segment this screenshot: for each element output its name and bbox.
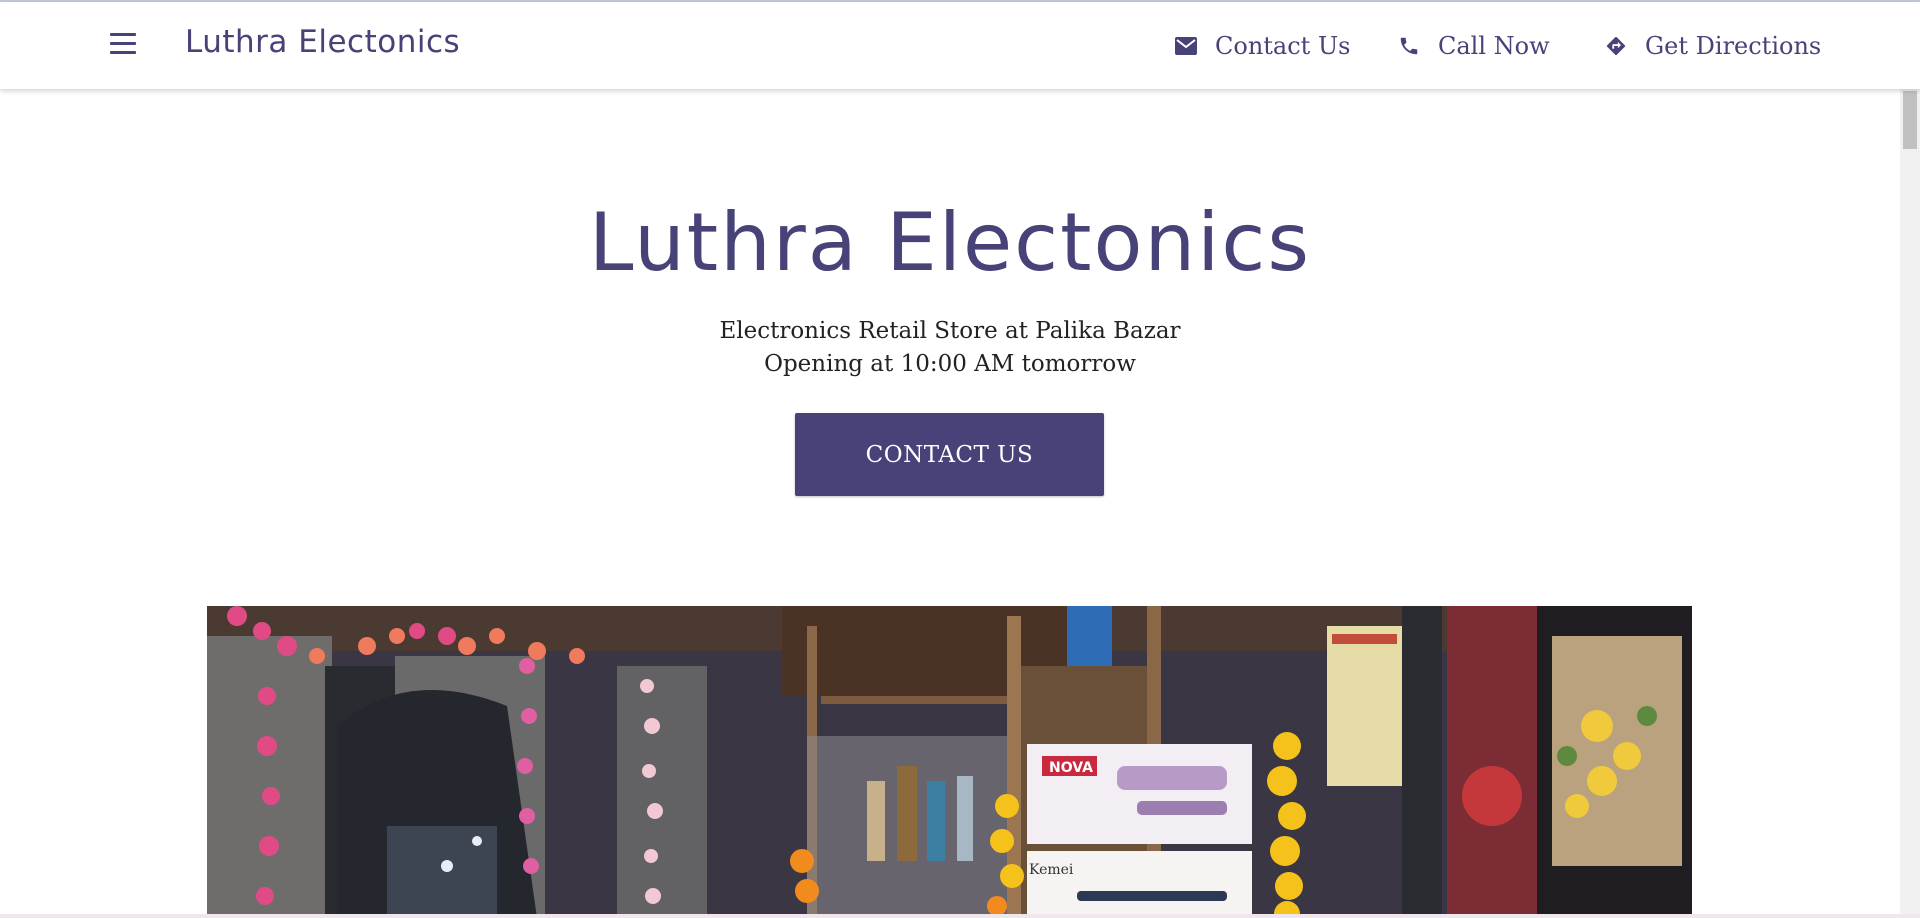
hamburger-menu-icon[interactable] bbox=[108, 33, 138, 57]
opening-status: Opening at 10:00 AM tomorrow bbox=[764, 351, 1136, 377]
page-scrollbar[interactable] bbox=[1900, 89, 1920, 918]
bottom-edge bbox=[0, 914, 1920, 918]
nav-call-now[interactable]: Call Now bbox=[1398, 28, 1550, 64]
phone-icon bbox=[1400, 37, 1418, 55]
hero-tagline: Electronics Retail Store at Palika Bazar… bbox=[0, 315, 1900, 381]
store-photo: NOVA Kemei bbox=[207, 606, 1692, 918]
hero-title: Luthra Electonics bbox=[588, 196, 1312, 289]
directions-icon bbox=[1606, 36, 1626, 56]
site-brand[interactable]: Luthra Electonics bbox=[185, 24, 460, 60]
nav-contact-label: Contact Us bbox=[1215, 32, 1351, 60]
hero-subtitle: Electronics Retail Store at Palika Bazar bbox=[719, 318, 1181, 344]
kemei-box-label: Kemei bbox=[1029, 862, 1074, 878]
site-header: Luthra Electonics Contact Us Call Now Ge… bbox=[0, 2, 1920, 89]
scrollbar-thumb[interactable] bbox=[1903, 91, 1917, 149]
store-photo-illustration: NOVA Kemei bbox=[207, 606, 1692, 918]
nav-directions-label: Get Directions bbox=[1645, 32, 1822, 60]
nav-call-label: Call Now bbox=[1438, 32, 1550, 60]
nav-contact-us[interactable]: Contact Us bbox=[1175, 28, 1350, 64]
nav-get-directions[interactable]: Get Directions bbox=[1605, 28, 1821, 64]
contact-us-button[interactable]: CONTACT US bbox=[795, 413, 1104, 496]
mail-icon bbox=[1175, 37, 1197, 55]
nova-box-label: NOVA bbox=[1049, 760, 1093, 776]
